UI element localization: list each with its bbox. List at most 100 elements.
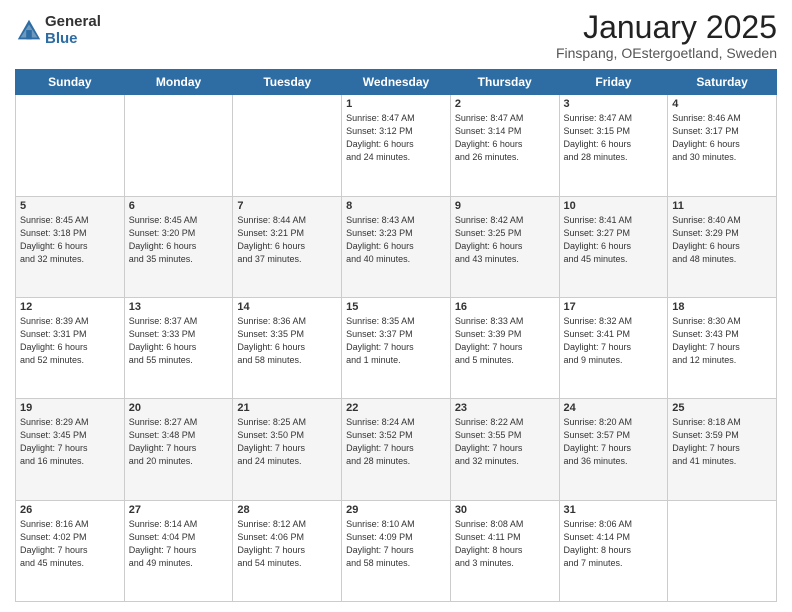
month-title: January 2025 xyxy=(556,10,777,45)
col-sunday: Sunday xyxy=(16,70,125,95)
day-info: Sunrise: 8:20 AM Sunset: 3:57 PM Dayligh… xyxy=(564,416,664,468)
location: Finspang, OEstergoetland, Sweden xyxy=(556,45,777,61)
day-info: Sunrise: 8:41 AM Sunset: 3:27 PM Dayligh… xyxy=(564,214,664,266)
table-row: 21Sunrise: 8:25 AM Sunset: 3:50 PM Dayli… xyxy=(233,399,342,500)
day-number: 14 xyxy=(237,301,337,313)
day-info: Sunrise: 8:33 AM Sunset: 3:39 PM Dayligh… xyxy=(455,315,555,367)
col-thursday: Thursday xyxy=(450,70,559,95)
logo-blue-text: Blue xyxy=(45,31,101,48)
day-info: Sunrise: 8:27 AM Sunset: 3:48 PM Dayligh… xyxy=(129,416,229,468)
day-info: Sunrise: 8:14 AM Sunset: 4:04 PM Dayligh… xyxy=(129,518,229,570)
header: General Blue January 2025 Finspang, OEst… xyxy=(15,10,777,61)
day-info: Sunrise: 8:45 AM Sunset: 3:18 PM Dayligh… xyxy=(20,214,120,266)
day-number: 28 xyxy=(237,504,337,516)
table-row: 10 Sunrise: 8:41 AM Sunset: 3:27 PM Dayli… xyxy=(559,196,668,297)
logo-general-text: General xyxy=(45,14,101,31)
day-number: 19 xyxy=(20,402,120,414)
day-number: 25 xyxy=(672,402,772,414)
calendar-week-row: 12 Sunrise: 8:39 AM Sunset: 3:31 PM Dayli… xyxy=(16,297,777,398)
table-row: 24 Sunrise: 8:20 AM Sunset: 3:57 PM Dayli… xyxy=(559,399,668,500)
day-info: Sunrise: 8:46 AM Sunset: 3:17 PM Dayligh… xyxy=(672,112,772,164)
day-number: 8 xyxy=(346,200,446,212)
day-number: 22 xyxy=(346,402,446,414)
table-row: 16Sunrise: 8:33 AM Sunset: 3:39 PM Dayli… xyxy=(450,297,559,398)
table-row: 4Sunrise: 8:46 AM Sunset: 3:17 PM Daylig… xyxy=(668,95,777,196)
day-info: Sunrise: 8:16 AM Sunset: 4:02 PM Dayligh… xyxy=(20,518,120,570)
day-number: 29 xyxy=(346,504,446,516)
day-info: Sunrise: 8:39 AM Sunset: 3:31 PM Dayligh… xyxy=(20,315,120,367)
day-info: Sunrise: 8:10 AM Sunset: 4:09 PM Dayligh… xyxy=(346,518,446,570)
table-row xyxy=(233,95,342,196)
table-row: 22Sunrise: 8:24 AM Sunset: 3:52 PM Dayli… xyxy=(342,399,451,500)
day-number: 23 xyxy=(455,402,555,414)
table-row: 11 Sunrise: 8:40 AM Sunset: 3:29 PM Dayli… xyxy=(668,196,777,297)
day-number: 11 xyxy=(672,200,772,212)
logo: General Blue xyxy=(15,14,101,47)
table-row: 1 Sunrise: 8:47 AM Sunset: 3:12 PM Daylig… xyxy=(342,95,451,196)
day-info: Sunrise: 8:25 AM Sunset: 3:50 PM Dayligh… xyxy=(237,416,337,468)
day-number: 15 xyxy=(346,301,446,313)
day-number: 30 xyxy=(455,504,555,516)
col-friday: Friday xyxy=(559,70,668,95)
calendar-week-row: 26 Sunrise: 8:16 AM Sunset: 4:02 PM Dayli… xyxy=(16,500,777,601)
table-row: 26 Sunrise: 8:16 AM Sunset: 4:02 PM Dayli… xyxy=(16,500,125,601)
calendar-week-row: 19 Sunrise: 8:29 AM Sunset: 3:45 PM Dayli… xyxy=(16,399,777,500)
day-info: Sunrise: 8:37 AM Sunset: 3:33 PM Dayligh… xyxy=(129,315,229,367)
day-number: 12 xyxy=(20,301,120,313)
day-number: 26 xyxy=(20,504,120,516)
table-row xyxy=(668,500,777,601)
day-info: Sunrise: 8:42 AM Sunset: 3:25 PM Dayligh… xyxy=(455,214,555,266)
day-info: Sunrise: 8:18 AM Sunset: 3:59 PM Dayligh… xyxy=(672,416,772,468)
day-number: 13 xyxy=(129,301,229,313)
page: General Blue January 2025 Finspang, OEst… xyxy=(0,0,792,612)
day-number: 2 xyxy=(455,98,555,110)
day-info: Sunrise: 8:40 AM Sunset: 3:29 PM Dayligh… xyxy=(672,214,772,266)
table-row: 2 Sunrise: 8:47 AM Sunset: 3:14 PM Daylig… xyxy=(450,95,559,196)
table-row: 23Sunrise: 8:22 AM Sunset: 3:55 PM Dayli… xyxy=(450,399,559,500)
table-row: 20 Sunrise: 8:27 AM Sunset: 3:48 PM Dayli… xyxy=(124,399,233,500)
table-row: 31Sunrise: 8:06 AM Sunset: 4:14 PM Dayli… xyxy=(559,500,668,601)
table-row: 13 Sunrise: 8:37 AM Sunset: 3:33 PM Dayli… xyxy=(124,297,233,398)
day-info: Sunrise: 8:29 AM Sunset: 3:45 PM Dayligh… xyxy=(20,416,120,468)
table-row: 6Sunrise: 8:45 AM Sunset: 3:20 PM Daylig… xyxy=(124,196,233,297)
table-row xyxy=(16,95,125,196)
title-area: January 2025 Finspang, OEstergoetland, S… xyxy=(556,10,777,61)
table-row: 12 Sunrise: 8:39 AM Sunset: 3:31 PM Dayli… xyxy=(16,297,125,398)
table-row: 18 Sunrise: 8:30 AM Sunset: 3:43 PM Dayli… xyxy=(668,297,777,398)
table-row: 27Sunrise: 8:14 AM Sunset: 4:04 PM Dayli… xyxy=(124,500,233,601)
day-info: Sunrise: 8:36 AM Sunset: 3:35 PM Dayligh… xyxy=(237,315,337,367)
calendar-week-row: 5 Sunrise: 8:45 AM Sunset: 3:18 PM Daylig… xyxy=(16,196,777,297)
col-tuesday: Tuesday xyxy=(233,70,342,95)
day-number: 7 xyxy=(237,200,337,212)
day-number: 20 xyxy=(129,402,229,414)
day-number: 24 xyxy=(564,402,664,414)
table-row: 5 Sunrise: 8:45 AM Sunset: 3:18 PM Daylig… xyxy=(16,196,125,297)
day-number: 1 xyxy=(346,98,446,110)
day-info: Sunrise: 8:47 AM Sunset: 3:15 PM Dayligh… xyxy=(564,112,664,164)
table-row: 28 Sunrise: 8:12 AM Sunset: 4:06 PM Dayli… xyxy=(233,500,342,601)
table-row: 3 Sunrise: 8:47 AM Sunset: 3:15 PM Daylig… xyxy=(559,95,668,196)
day-info: Sunrise: 8:43 AM Sunset: 3:23 PM Dayligh… xyxy=(346,214,446,266)
table-row: 25 Sunrise: 8:18 AM Sunset: 3:59 PM Dayli… xyxy=(668,399,777,500)
day-info: Sunrise: 8:30 AM Sunset: 3:43 PM Dayligh… xyxy=(672,315,772,367)
table-row: 30 Sunrise: 8:08 AM Sunset: 4:11 PM Dayli… xyxy=(450,500,559,601)
day-info: Sunrise: 8:12 AM Sunset: 4:06 PM Dayligh… xyxy=(237,518,337,570)
day-info: Sunrise: 8:47 AM Sunset: 3:14 PM Dayligh… xyxy=(455,112,555,164)
logo-icon xyxy=(15,17,43,45)
table-row: 14 Sunrise: 8:36 AM Sunset: 3:35 PM Dayli… xyxy=(233,297,342,398)
table-row: 7 Sunrise: 8:44 AM Sunset: 3:21 PM Daylig… xyxy=(233,196,342,297)
col-monday: Monday xyxy=(124,70,233,95)
table-row: 19 Sunrise: 8:29 AM Sunset: 3:45 PM Dayli… xyxy=(16,399,125,500)
day-info: Sunrise: 8:47 AM Sunset: 3:12 PM Dayligh… xyxy=(346,112,446,164)
calendar-week-row: 1 Sunrise: 8:47 AM Sunset: 3:12 PM Daylig… xyxy=(16,95,777,196)
table-row: 17Sunrise: 8:32 AM Sunset: 3:41 PM Dayli… xyxy=(559,297,668,398)
day-number: 10 xyxy=(564,200,664,212)
day-number: 5 xyxy=(20,200,120,212)
day-number: 18 xyxy=(672,301,772,313)
table-row xyxy=(124,95,233,196)
table-row: 8 Sunrise: 8:43 AM Sunset: 3:23 PM Daylig… xyxy=(342,196,451,297)
day-info: Sunrise: 8:44 AM Sunset: 3:21 PM Dayligh… xyxy=(237,214,337,266)
day-number: 3 xyxy=(564,98,664,110)
day-number: 9 xyxy=(455,200,555,212)
day-info: Sunrise: 8:08 AM Sunset: 4:11 PM Dayligh… xyxy=(455,518,555,570)
